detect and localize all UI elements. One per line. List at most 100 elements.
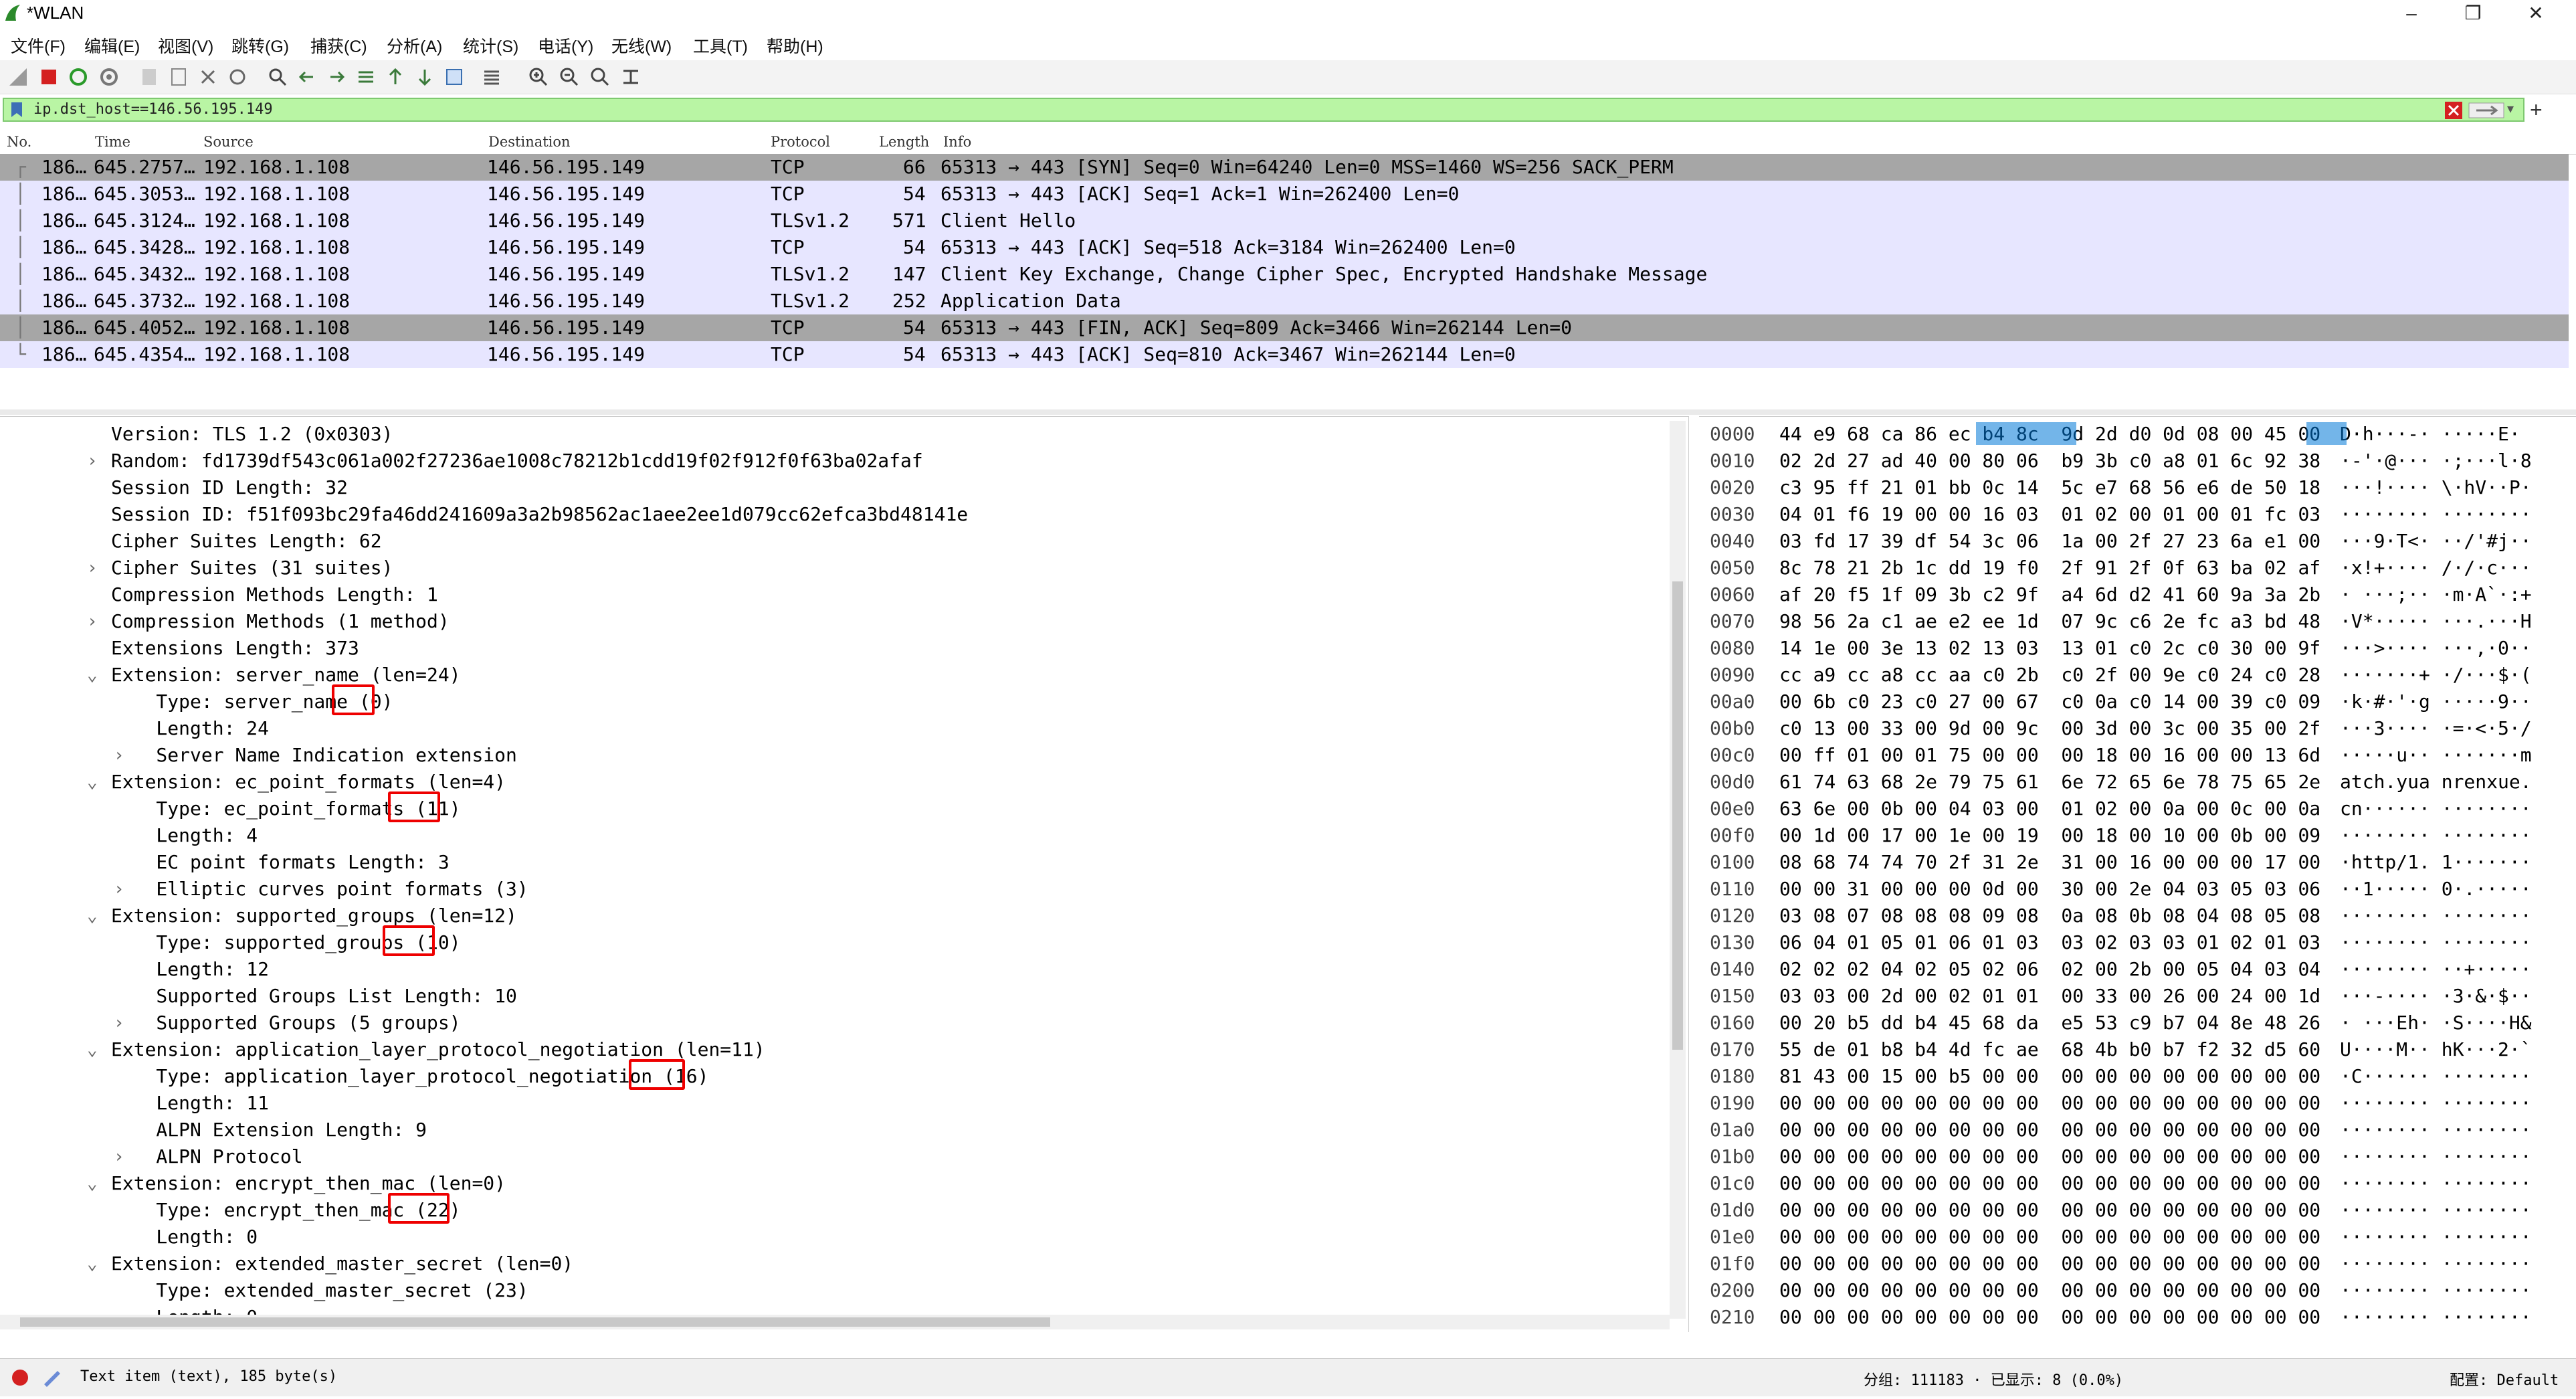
hex-ascii[interactable]: ·······+ ·/···$·( <box>2340 662 2532 688</box>
hex-ascii[interactable]: ········ ········ <box>2340 903 2532 929</box>
detail-line[interactable]: Extension: supported_groups (len=12) <box>111 903 517 929</box>
autoscroll-icon[interactable] <box>443 66 466 88</box>
hex-bytes[interactable]: 00 00 00 00 00 00 00 00 00 00 00 00 00 0… <box>1779 1331 2320 1332</box>
open-file-icon[interactable] <box>138 66 161 88</box>
hex-ascii[interactable]: ········ ········ <box>2340 822 2532 849</box>
hex-ascii[interactable]: ········ ········ <box>2340 1090 2532 1117</box>
hex-bytes[interactable]: 04 01 f6 19 00 00 16 03 01 02 00 01 00 0… <box>1779 501 2320 528</box>
hex-bytes[interactable]: 00 00 00 00 00 00 00 00 00 00 00 00 00 0… <box>1779 1250 2320 1277</box>
display-filter-input[interactable]: ip.dst_host==146.56.195.149 <box>33 101 273 118</box>
hex-bytes[interactable]: 00 00 00 00 00 00 00 00 00 00 00 00 00 0… <box>1779 1117 2320 1143</box>
maximize-button[interactable]: ❐ <box>2443 0 2503 28</box>
detail-line[interactable]: Length: 11 <box>111 1090 269 1117</box>
detail-line[interactable]: Supported Groups List Length: 10 <box>111 983 516 1010</box>
hex-ascii[interactable]: · ···;·· ·m·A`·:+ <box>2340 581 2532 608</box>
expand-arrow-open-icon[interactable]: ⌄ <box>87 903 98 929</box>
first-packet-icon[interactable] <box>384 66 407 88</box>
hex-bytes[interactable]: 63 6e 00 0b 00 04 03 00 01 02 00 0a 00 0… <box>1779 796 2320 822</box>
capture-options-icon[interactable] <box>98 66 120 88</box>
hex-ascii[interactable]: ········ ········ <box>2340 501 2532 528</box>
detail-line[interactable]: Random: fd1739df543c061a002f27236ae1008c… <box>111 448 923 474</box>
apply-filter-icon[interactable] <box>2468 101 2504 120</box>
hex-ascii[interactable]: ·x!+···· /·/·c··· <box>2340 555 2532 581</box>
save-file-icon[interactable] <box>167 66 190 88</box>
packet-row[interactable]: │ 186… 645.4052… 192.168.1.108 146.56.19… <box>0 314 2569 341</box>
hex-bytes[interactable]: af 20 f5 1f 09 3b c2 9f a4 6d d2 41 60 9… <box>1779 581 2320 608</box>
menu-telephony[interactable]: 电话(Y) <box>538 33 593 58</box>
hex-ascii[interactable]: ········ ········ <box>2340 1250 2532 1277</box>
hex-ascii[interactable]: ········ ········ <box>2340 1277 2532 1304</box>
packet-row[interactable]: │ 186… 645.3428… 192.168.1.108 146.56.19… <box>0 234 2569 261</box>
stop-capture-icon[interactable] <box>37 66 60 88</box>
hex-ascii[interactable]: ········ ········ <box>2340 1143 2532 1170</box>
col-length[interactable]: Length <box>879 134 929 150</box>
menu-view[interactable]: 视图(V) <box>158 33 213 58</box>
expand-arrow-closed-icon[interactable]: › <box>87 555 98 581</box>
colorize-icon[interactable] <box>480 66 503 88</box>
hex-bytes[interactable]: 55 de 01 b8 b4 4d fc ae 68 4b b0 b7 f2 3… <box>1779 1036 2320 1063</box>
hex-bytes[interactable]: 61 74 63 68 2e 79 75 61 6e 72 65 6e 78 7… <box>1779 769 2320 796</box>
hex-bytes[interactable]: 00 00 31 00 00 00 0d 00 30 00 2e 04 03 0… <box>1779 876 2320 903</box>
hex-ascii[interactable]: ··1····· 0·.····· <box>2340 876 2532 903</box>
menu-help[interactable]: 帮助(H) <box>767 33 823 58</box>
hex-bytes[interactable]: 00 00 00 00 00 00 00 00 00 00 00 00 00 0… <box>1779 1277 2320 1304</box>
go-to-packet-icon[interactable] <box>355 66 377 88</box>
col-destination[interactable]: Destination <box>488 134 571 150</box>
reload-file-icon[interactable] <box>226 66 249 88</box>
detail-line[interactable]: Length: 4 <box>111 822 258 849</box>
detail-line[interactable]: Server Name Indication extension <box>111 742 516 769</box>
scrollbar-thumb[interactable] <box>20 1317 1050 1327</box>
resize-columns-icon[interactable] <box>619 66 642 88</box>
menu-capture[interactable]: 捕获(C) <box>310 33 367 58</box>
detail-line[interactable]: Supported Groups (5 groups) <box>111 1010 460 1036</box>
hex-ascii[interactable]: ···9·T<· ··/'#j·· <box>2340 528 2532 555</box>
hex-bytes[interactable]: 00 00 00 00 00 00 00 00 00 00 00 00 00 0… <box>1779 1224 2320 1250</box>
hex-bytes[interactable]: 08 68 74 74 70 2f 31 2e 31 00 16 00 00 0… <box>1779 849 2320 876</box>
hex-ascii[interactable]: ········ ··+····· <box>2340 956 2532 983</box>
hex-ascii[interactable]: ········ ········ <box>2340 1117 2532 1143</box>
hex-bytes[interactable]: 00 20 b5 dd b4 45 68 da e5 53 c9 b7 04 8… <box>1779 1010 2320 1036</box>
detail-line[interactable]: Extension: extended_master_secret (len=0… <box>111 1250 573 1277</box>
detail-line[interactable]: ALPN Extension Length: 9 <box>111 1117 427 1143</box>
hex-ascii[interactable]: cn······ ········ <box>2340 796 2532 822</box>
hex-bytes[interactable]: 00 00 00 00 00 00 00 00 00 00 00 00 00 0… <box>1779 1170 2320 1197</box>
hex-ascii[interactable]: ·-'·@··· ·;···l·8 <box>2340 448 2532 474</box>
hex-ascii[interactable]: ········ ········ <box>2340 1304 2532 1331</box>
last-packet-icon[interactable] <box>413 66 436 88</box>
menu-file[interactable]: 文件(F) <box>11 33 66 58</box>
hex-ascii[interactable]: · ···Eh· ·S····H& <box>2340 1010 2532 1036</box>
restart-capture-icon[interactable] <box>67 66 90 88</box>
hex-bytes[interactable]: 00 6b c0 23 c0 27 00 67 c0 0a c0 14 00 3… <box>1779 688 2320 715</box>
detail-line[interactable]: Length: 24 <box>111 715 269 742</box>
hex-bytes[interactable]: 02 2d 27 ad 40 00 80 06 b9 3b c0 a8 01 6… <box>1779 448 2320 474</box>
col-source[interactable]: Source <box>203 134 254 150</box>
close-file-icon[interactable] <box>197 66 219 88</box>
packet-row[interactable]: ┌ 186… 645.2757… 192.168.1.108 146.56.19… <box>0 154 2569 181</box>
detail-line[interactable]: Cipher Suites (31 suites) <box>111 555 393 581</box>
zoom-in-icon[interactable] <box>527 66 550 88</box>
hex-bytes[interactable]: 00 00 00 00 00 00 00 00 00 00 00 00 00 0… <box>1779 1090 2320 1117</box>
hex-bytes[interactable]: cc a9 cc a8 cc aa c0 2b c0 2f 00 9e c0 2… <box>1779 662 2320 688</box>
detail-line[interactable]: Cipher Suites Length: 62 <box>111 528 382 555</box>
detail-line[interactable]: Compression Methods (1 method) <box>111 608 450 635</box>
hex-ascii[interactable]: ·http/1. 1······· <box>2340 849 2532 876</box>
packet-row[interactable]: │ 186… 645.3432… 192.168.1.108 146.56.19… <box>0 261 2569 288</box>
hex-bytes[interactable]: 00 1d 00 17 00 1e 00 19 00 18 00 10 00 0… <box>1779 822 2320 849</box>
scrollbar-thumb[interactable] <box>1672 581 1683 1050</box>
hex-bytes[interactable]: 98 56 2a c1 ae e2 ee 1d 07 9c c6 2e fc a… <box>1779 608 2320 635</box>
zoom-out-icon[interactable] <box>558 66 581 88</box>
expand-arrow-closed-icon[interactable]: › <box>87 448 98 474</box>
hex-ascii[interactable]: ········ ········ <box>2340 1224 2532 1250</box>
detail-line[interactable]: Type: extended_master_secret (23) <box>111 1277 528 1304</box>
bookmark-icon[interactable] <box>9 101 24 118</box>
minimize-button[interactable]: – <box>2381 0 2442 28</box>
hex-bytes[interactable]: 00 00 00 00 00 00 00 00 00 00 00 00 00 0… <box>1779 1197 2320 1224</box>
detail-line[interactable]: Extensions Length: 373 <box>111 635 359 662</box>
find-packet-icon[interactable] <box>266 66 289 88</box>
detail-line[interactable]: Session ID: f51f093bc29fa46dd241609a3a2b… <box>111 501 968 528</box>
hex-ascii[interactable]: ···-···· ·3·&·$·· <box>2340 983 2532 1010</box>
detail-line[interactable]: Extension: server_name (len=24) <box>111 662 461 688</box>
hex-bytes[interactable]: 81 43 00 15 00 b5 00 00 00 00 00 00 00 0… <box>1779 1063 2320 1090</box>
hex-bytes[interactable]: 03 fd 17 39 df 54 3c 06 1a 00 2f 27 23 6… <box>1779 528 2320 555</box>
status-profile[interactable]: 配置: Default <box>2450 1368 2559 1390</box>
